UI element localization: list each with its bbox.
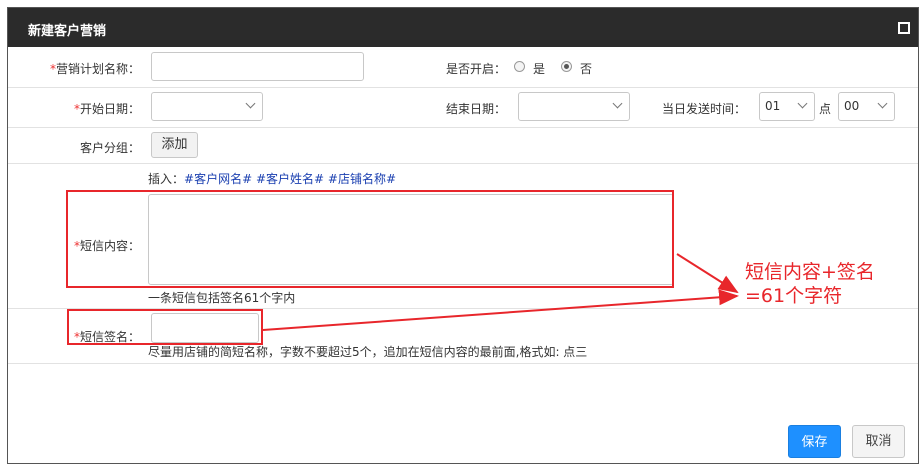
annotation-line-1: 短信内容+签名 bbox=[745, 261, 875, 283]
annotation-box-sms-signature bbox=[67, 309, 263, 345]
tag-shop-name[interactable]: #店铺名称# bbox=[328, 172, 396, 186]
send-hour-select[interactable]: 01 bbox=[759, 92, 815, 121]
send-time-label: 当日发送时间： bbox=[661, 102, 746, 116]
chevron-down-icon bbox=[797, 98, 808, 109]
row-customer-group: 客户分组： 添加 bbox=[8, 127, 918, 164]
tag-customer-nickname[interactable]: #客户网名# bbox=[184, 172, 252, 186]
end-date-select[interactable] bbox=[518, 92, 630, 121]
dialog-title: 新建客户营销 bbox=[28, 24, 107, 39]
add-group-button[interactable]: 添加 bbox=[151, 132, 198, 158]
end-date-label: 结束日期： bbox=[445, 102, 506, 116]
customer-group-label: 客户分组： bbox=[79, 141, 140, 155]
start-date-select[interactable] bbox=[151, 92, 263, 121]
save-button[interactable]: 保存 bbox=[788, 425, 841, 458]
chevron-down-icon bbox=[245, 98, 256, 109]
enable-yes-label[interactable]: 是 bbox=[533, 60, 545, 77]
row-plan-name: *营销计划名称： 是否开启： 是 否 bbox=[8, 47, 918, 88]
chevron-down-icon bbox=[877, 98, 888, 109]
annotation-text: 短信内容+签名 =61个字符 bbox=[745, 260, 875, 308]
row-dates: *开始日期： 结束日期： 当日发送时间： 01 点 00 bbox=[8, 87, 918, 128]
annotation-box-sms-content bbox=[66, 190, 674, 288]
enable-yes-radio[interactable] bbox=[514, 61, 525, 72]
tag-customer-name[interactable]: #客户姓名# bbox=[256, 172, 324, 186]
sms-signature-hint: 尽量用店铺的简短名称，字数不要超过5个，追加在短信内容的最前面,格式如: 点三 bbox=[148, 345, 588, 359]
start-date-label: *开始日期： bbox=[73, 102, 140, 116]
cancel-button[interactable]: 取消 bbox=[852, 425, 905, 458]
sms-content-hint: 一条短信包括签名61个字内 bbox=[148, 291, 296, 305]
chevron-down-icon bbox=[612, 98, 623, 109]
dialog-titlebar: 新建客户营销 bbox=[8, 8, 918, 47]
insert-tags: 插入：#客户网名# #客户姓名# #店铺名称# bbox=[148, 172, 397, 186]
send-minute-select[interactable]: 00 bbox=[838, 92, 895, 121]
plan-name-label: *营销计划名称： bbox=[49, 62, 140, 76]
enable-no-label[interactable]: 否 bbox=[580, 60, 592, 77]
hour-unit-label: 点 bbox=[819, 102, 832, 116]
maximize-icon[interactable] bbox=[898, 22, 910, 34]
enable-no-radio[interactable] bbox=[561, 61, 572, 72]
enable-label: 是否开启： bbox=[445, 62, 506, 76]
annotation-line-2: =61个字符 bbox=[745, 285, 843, 307]
plan-name-input[interactable] bbox=[151, 52, 364, 81]
